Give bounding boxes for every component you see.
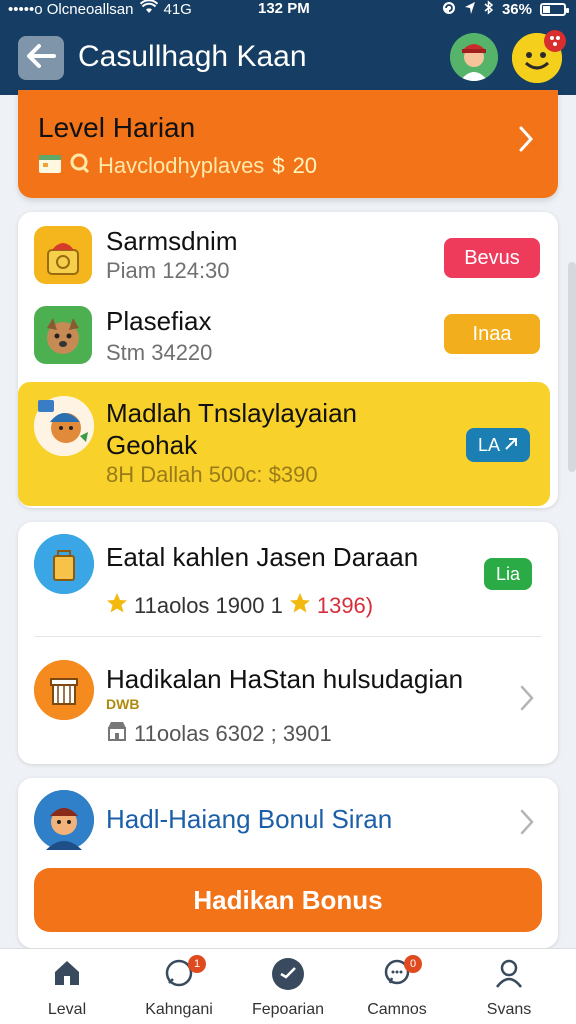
list-item-subtitle: Piam 124:30 <box>106 258 230 283</box>
dog-avatar-icon <box>34 306 92 364</box>
nav-item-messages[interactable]: 0 Camnos <box>342 955 452 1019</box>
bottom-nav: Leval 1 Kahngani Fepoarian 0 Camnos Svan… <box>0 948 576 1024</box>
divider <box>34 636 542 637</box>
status-pill-button[interactable]: Lia <box>484 558 532 590</box>
list-item[interactable]: Sarmsdnim Piam 124:30 Bevus <box>18 212 558 294</box>
list-item-subtitle: Stm 34220 <box>106 340 213 365</box>
list-item-title: Sarmsdnim <box>106 226 238 256</box>
battery-icon <box>540 3 569 16</box>
list-item-title: Plasefiax <box>106 306 212 336</box>
bonus-card: Hadl-Haiang Bonul Siran Hadikan Bonus <box>18 778 558 948</box>
level-subtitle-text: Havclodhyplaves <box>98 153 265 178</box>
mascot-avatar[interactable] <box>512 30 566 83</box>
battery-label: 36% <box>501 1 532 18</box>
bluetooth-icon <box>484 0 494 19</box>
nav-label: Camnos <box>367 1001 427 1018</box>
list-item-title-line2: Geohak <box>106 430 198 460</box>
list-item-title: Eatal kahlen Jasen Daraan <box>106 542 419 572</box>
task-list-card: Sarmsdnim Piam 124:30 Bevus Plasefiax St… <box>18 212 558 508</box>
character-avatar-icon <box>34 790 94 850</box>
chevron-right-icon <box>520 682 534 719</box>
daily-level-card[interactable]: Level Harian Havclodhyplaves $ 20 <box>18 90 558 198</box>
level-subtitle: Havclodhyplaves $ 20 <box>38 152 317 180</box>
list-item-title: Hadikalan HaStan hulsudagian <box>106 664 464 694</box>
nav-item-profile[interactable]: Svans <box>454 957 564 1019</box>
nav-label: Svans <box>486 1001 532 1018</box>
nav-label: Kahngani <box>145 1001 213 1018</box>
list-item[interactable]: Plasefiax Stm 34220 Inaa <box>18 294 558 380</box>
list-item-tag: DWB <box>106 696 140 712</box>
level-currency: $ <box>272 153 285 178</box>
status-bar: •••••o Olcneoallsan 41G 132 PM 36% <box>0 0 576 18</box>
page-title: Casullhagh Kaan <box>78 40 307 73</box>
compass-icon <box>271 957 305 993</box>
claim-bonus-button[interactable]: Hadikan Bonus <box>34 868 542 932</box>
level-amount: 20 <box>292 153 318 178</box>
list-item-stats: 11aolos 1900 1 1396) <box>106 592 373 620</box>
search-q-icon <box>70 152 90 180</box>
status-pill-button[interactable]: Bevus <box>444 238 540 278</box>
carrier-label: •••••o Olcneoallsan <box>8 0 134 18</box>
list-item-title: Madlah Tnslaylayaian <box>106 398 357 428</box>
user-avatar[interactable] <box>450 33 498 81</box>
highlighted-list-item[interactable]: Madlah Tnslaylayaian Geohak 8H Dallah 50… <box>18 382 550 506</box>
home-icon <box>51 957 83 993</box>
campaign-list-card: Eatal kahlen Jasen Daraan 11aolos 1900 1… <box>18 522 558 764</box>
gift-box-icon <box>34 660 94 720</box>
chevron-right-icon <box>520 806 534 843</box>
chevron-right-icon <box>518 124 534 161</box>
star-icon <box>106 592 128 620</box>
level-title: Level Harian <box>38 112 196 143</box>
nav-item-level[interactable]: Leval <box>12 957 122 1019</box>
notification-badge: 0 <box>404 955 422 973</box>
bucket-toy-icon <box>34 226 92 284</box>
sync-icon <box>442 1 456 19</box>
person-avatar-icon <box>450 33 498 81</box>
app-header: •••••o Olcneoallsan 41G 132 PM 36% Casul… <box>0 0 576 95</box>
nav-item-chat[interactable]: 1 Kahngani <box>124 955 234 1019</box>
list-item-stats: 11oolas 6302 ; 3901 <box>106 720 332 748</box>
back-button[interactable] <box>18 36 64 80</box>
status-pill-button[interactable]: Inaa <box>444 314 540 354</box>
bonus-row[interactable]: Hadl-Haiang Bonul Siran <box>18 778 558 862</box>
nav-item-explore[interactable]: Fepoarian <box>233 957 343 1019</box>
scrollbar[interactable] <box>568 262 576 472</box>
nav-label: Leval <box>47 1001 87 1018</box>
notification-badge: 1 <box>188 955 206 973</box>
stat-value: 11aolos 1900 1 <box>134 593 283 618</box>
location-icon <box>464 1 476 19</box>
pill-label: LA <box>477 434 501 455</box>
notification-badge <box>544 30 566 52</box>
nav-label: Fepoarian <box>251 1001 325 1018</box>
network-label: 41G <box>163 0 192 18</box>
star-icon <box>289 592 311 620</box>
calendar-icon <box>38 152 62 180</box>
stat-value: 1396) <box>316 593 374 618</box>
arrow-left-icon <box>26 43 56 74</box>
wifi-icon <box>139 0 158 18</box>
stat-value: 11oolas 6302 ; 3901 <box>134 721 332 746</box>
list-item[interactable]: Hadikalan HaStan hulsudagian DWB 11oolas… <box>18 638 558 762</box>
character-avatar-icon <box>34 396 94 456</box>
arrow-up-right-icon <box>504 435 518 456</box>
clock: 132 PM <box>258 0 310 17</box>
profile-icon <box>493 957 525 993</box>
store-icon <box>106 720 128 748</box>
list-item[interactable]: Eatal kahlen Jasen Daraan 11aolos 1900 1… <box>18 522 558 636</box>
status-pill-button[interactable]: LA <box>466 428 530 462</box>
shopping-bag-icon <box>34 534 94 594</box>
list-item-subtitle: 8H Dallah 500c: $390 <box>106 462 318 487</box>
bonus-title: Hadl-Haiang Bonul Siran <box>106 804 393 834</box>
